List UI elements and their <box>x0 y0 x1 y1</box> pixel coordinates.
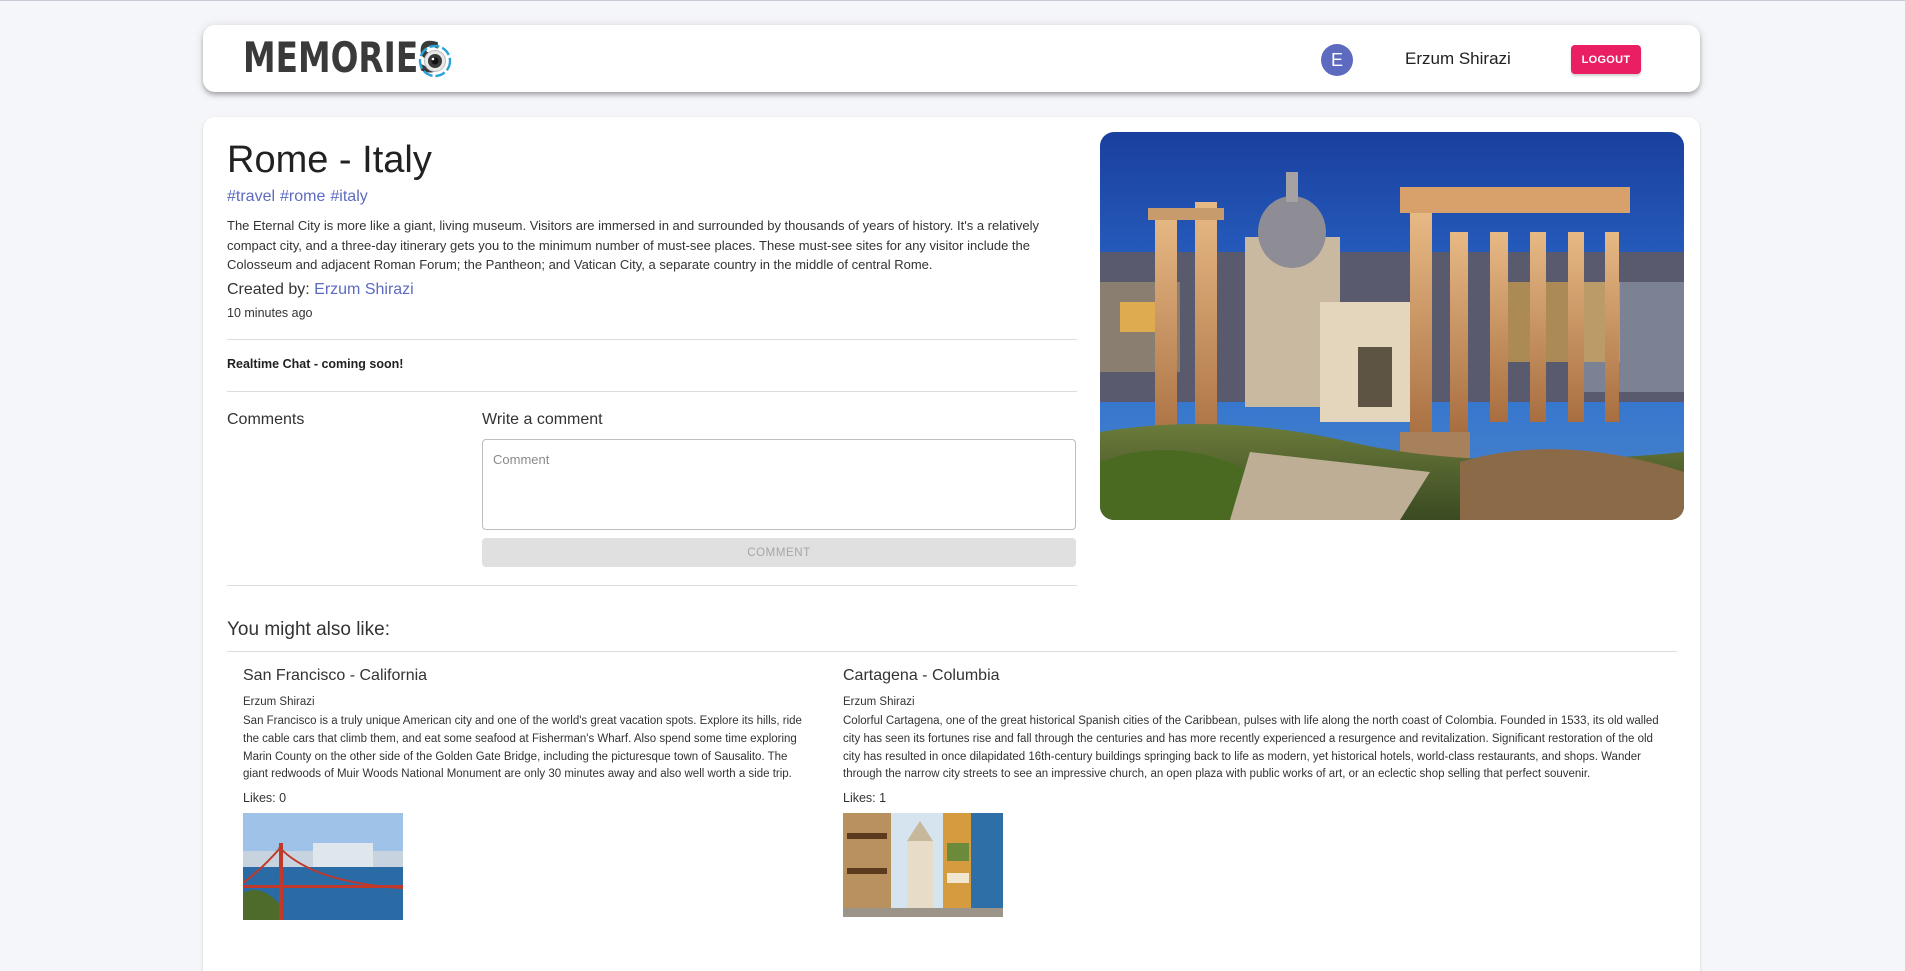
tag: #travel <box>227 188 276 205</box>
realtime-chat-notice: Realtime Chat - coming soon! <box>227 357 404 371</box>
comment-input[interactable] <box>482 439 1076 530</box>
recommended-post-title[interactable]: San Francisco - California <box>243 667 813 685</box>
creator-link[interactable]: Erzum Shirazi <box>314 281 414 298</box>
post-details-card: Rome - Italy #travel #rome #italy The Eter… <box>203 117 1700 971</box>
post-image <box>1100 132 1684 520</box>
post-tags: #travel #rome #italy <box>227 188 373 206</box>
recommended-post-likes: Likes: 0 <box>243 791 287 806</box>
recommended-post-image[interactable] <box>243 813 403 921</box>
logout-button[interactable]: LOGOUT <box>1571 45 1641 74</box>
user-name: Erzum Shirazi <box>1405 49 1511 68</box>
recommended-post-image[interactable] <box>843 813 1003 918</box>
comments-heading: Comments <box>227 411 305 428</box>
app-bar: MEMORIES E Erzum Shirazi LOGOUT <box>203 25 1700 92</box>
recommended-post-author: Erzum Shirazi <box>843 696 915 708</box>
logo-text[interactable]: MEMORIES <box>243 35 442 81</box>
post-time: 10 minutes ago <box>227 306 313 320</box>
recommended-heading: You might also like: <box>227 619 391 640</box>
created-by: Created by: Erzum Shirazi <box>227 281 414 299</box>
tag: #rome <box>280 188 326 205</box>
tag: #italy <box>330 188 368 205</box>
recommended-post-likes: Likes: 1 <box>843 791 887 806</box>
comment-button[interactable]: COMMENT <box>482 538 1076 567</box>
recommended-post-title[interactable]: Cartagena - Columbia <box>843 667 1673 685</box>
write-comment-heading: Write a comment <box>482 411 603 428</box>
created-by-label: Created by: <box>227 281 315 298</box>
avatar[interactable]: E <box>1321 44 1353 76</box>
recommended-post[interactable]: Cartagena - Columbia Erzum Shirazi Color… <box>843 667 1673 918</box>
recommended-post[interactable]: San Francisco - California Erzum Shirazi… <box>243 667 813 921</box>
post-message: The Eternal City is more like a giant, l… <box>227 218 1039 272</box>
divider <box>227 585 1077 586</box>
post-title: Rome - Italy <box>227 139 432 181</box>
divider <box>227 339 1077 340</box>
recommended-post-author: Erzum Shirazi <box>243 696 315 708</box>
camera-lens-icon[interactable] <box>418 44 452 78</box>
recommended-post-message: San Francisco is a truly unique American… <box>243 715 802 781</box>
divider <box>227 391 1077 392</box>
divider <box>227 651 1677 652</box>
recommended-post-message: Colorful Cartagena, one of the great his… <box>843 715 1659 781</box>
